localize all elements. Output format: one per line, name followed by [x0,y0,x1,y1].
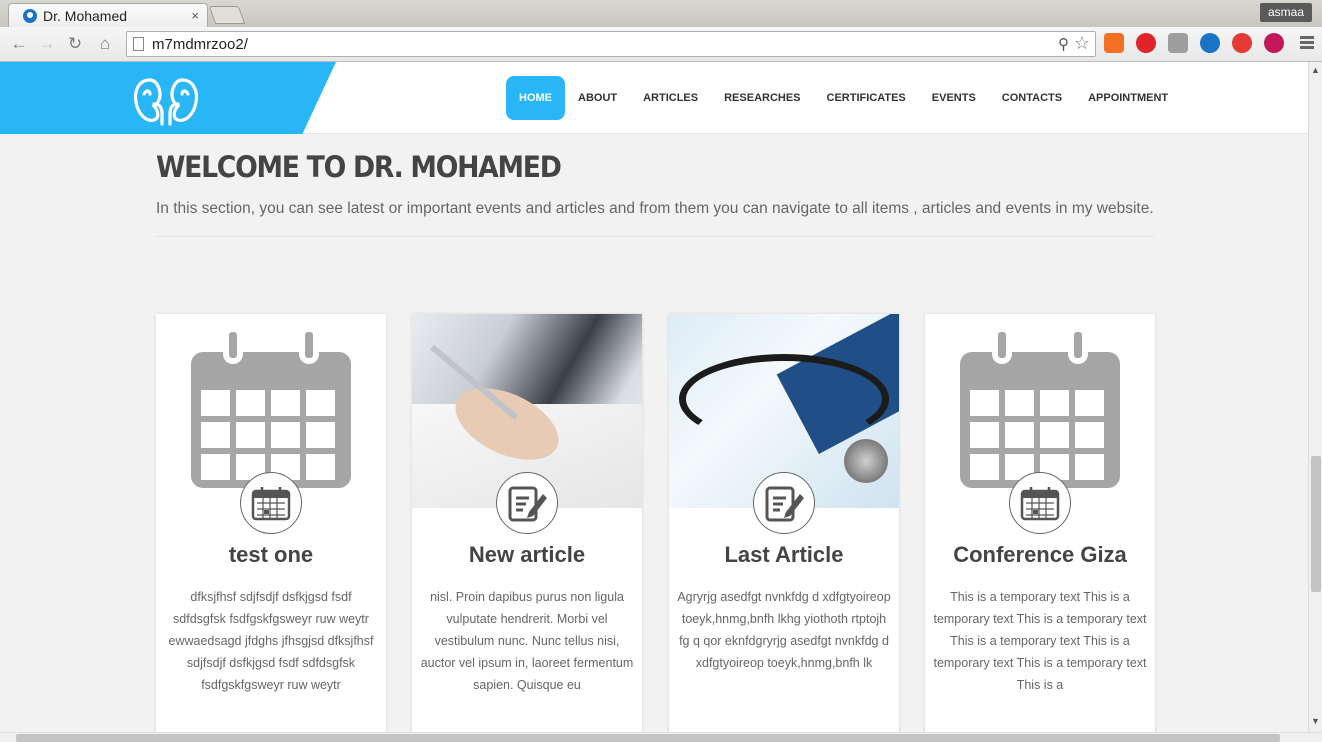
forward-icon[interactable]: → [38,35,56,53]
main-nav: HOME ABOUT ARTICLES RESEARCHES CERTIFICATES E… [506,76,1181,120]
vertical-scroll-thumb[interactable] [1311,456,1321,592]
card-image[interactable] [925,314,1155,534]
card-title[interactable]: Last Article [669,542,899,568]
drupal-favicon-icon [23,8,37,23]
site-header: HOME ABOUT ARTICLES RESEARCHES CERTIFICATES E… [0,62,1308,134]
welcome-subtitle: In this section, you can see latest or i… [156,200,1154,217]
event-badge [1009,472,1071,534]
card-excerpt: Agryrjg asedfgt nvnkfdg d xdfgtyoireop t… [677,590,891,670]
page-icon [133,37,144,51]
nav-item-researches[interactable]: RESEARCHES [711,76,813,120]
browser-menu-icon[interactable] [1300,36,1314,50]
flower-icon[interactable] [1264,33,1284,53]
card-excerpt: nisl. Proin dapibus purus non ligula vul… [420,590,634,692]
card-excerpt: This is a temporary text This is a tempo… [933,590,1147,692]
horizontal-scroll-thumb[interactable] [16,734,1280,742]
zoom-icon[interactable]: ⚲ [1058,35,1069,53]
nav-item-certificates[interactable]: CERTIFICATES [814,76,919,120]
tab-title: Dr. Mohamed [43,7,128,24]
article-badge [496,472,558,534]
card-title[interactable]: New article [412,542,642,568]
article-badge [753,472,815,534]
back-icon[interactable]: ← [10,35,28,53]
browser-tab[interactable]: Dr. Mohamed × [8,3,208,27]
edit-document-icon [508,486,547,522]
tab-close-icon[interactable]: × [191,8,199,23]
url-text[interactable]: m7mdmrzoo2/ [152,36,248,53]
kidneys-logo-icon[interactable] [132,74,200,126]
card-excerpt: dfksjfhsf sdjfsdjf dsfkjgsd fsdf sdfdsgf… [168,590,374,692]
extension-puzzle-icon[interactable] [1168,33,1188,53]
calendar-icon [960,332,1120,488]
nav-item-home[interactable]: HOME [506,76,565,120]
scroll-up-icon[interactable]: ▲ [1311,65,1320,75]
home-icon[interactable]: ⌂ [96,35,114,53]
card-image[interactable] [156,314,386,534]
nav-item-articles[interactable]: ARTICLES [630,76,711,120]
horizontal-scrollbar[interactable] [0,732,1322,742]
adblock-icon[interactable] [1232,33,1252,53]
browser-titlebar: Dr. Mohamed × asmaa [0,0,1322,27]
nav-item-events[interactable]: EVENTS [919,76,989,120]
event-badge [240,472,302,534]
calendar-badge-icon [1020,487,1060,521]
nav-item-contacts[interactable]: CONTACTS [989,76,1075,120]
calendar-icon [191,332,351,488]
card-image[interactable] [669,314,899,534]
reload-icon[interactable]: ↻ [66,35,84,53]
content-card[interactable]: New article nisl. Proin dapibus purus non… [412,314,642,732]
card-image[interactable] [412,314,642,534]
soundcloud-icon[interactable] [1104,33,1124,53]
content-card[interactable]: Last Article Agryrjg asedfgt nvnkfdg d xd… [669,314,899,732]
opera-icon[interactable] [1136,33,1156,53]
drupal-icon[interactable] [1200,33,1220,53]
page-viewport: HOME ABOUT ARTICLES RESEARCHES CERTIFICATES E… [0,62,1308,732]
nav-item-appointment[interactable]: APPOINTMENT [1075,76,1181,120]
edit-document-icon [765,486,804,522]
address-bar[interactable]: m7mdmrzoo2/ ⚲ ☆ [126,31,1096,57]
scroll-down-icon[interactable]: ▼ [1311,716,1320,726]
card-title[interactable]: test one [156,542,386,568]
vertical-scrollbar[interactable]: ▲ ▼ [1308,62,1322,732]
welcome-title: WELCOME TO DR. MOHAMED [156,150,562,184]
card-title[interactable]: Conference Giza [925,542,1155,568]
welcome-section: WELCOME TO DR. MOHAMED In this section, … [156,150,1156,218]
content-card[interactable]: Conference Giza This is a temporary text … [925,314,1155,732]
calendar-badge-icon [251,487,291,521]
bookmark-star-icon[interactable]: ☆ [1074,33,1090,54]
nav-item-about[interactable]: ABOUT [565,76,630,120]
content-card[interactable]: test one dfksjfhsf sdjfsdjf dsfkjgsd fsdf… [156,314,386,732]
profile-badge[interactable]: asmaa [1259,3,1312,22]
new-tab-button[interactable] [208,6,246,24]
section-divider [156,236,1154,237]
